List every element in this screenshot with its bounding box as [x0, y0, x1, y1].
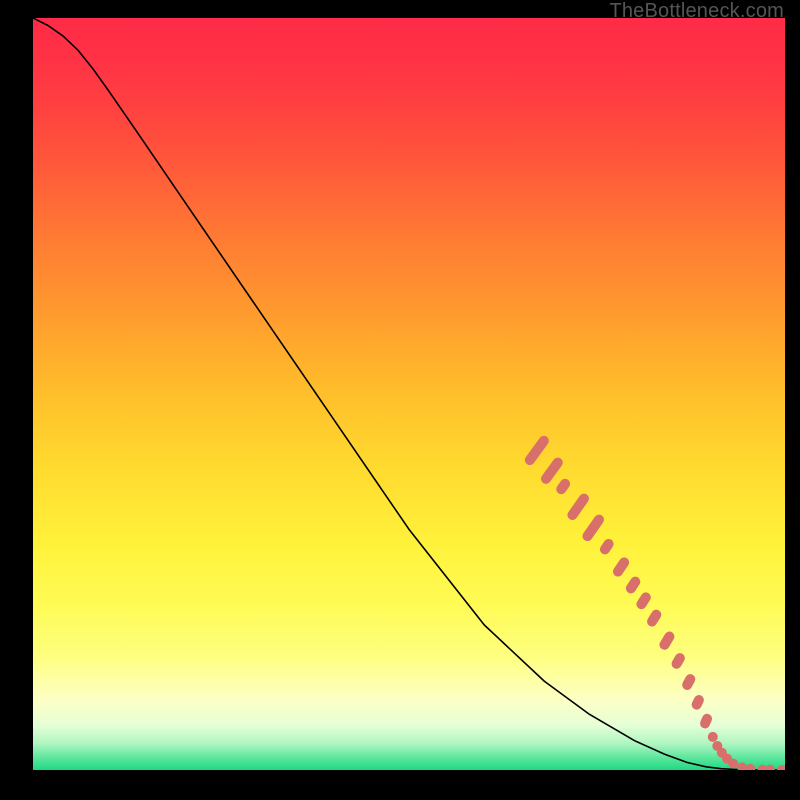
chart-stage: TheBottleneck.com	[0, 0, 800, 800]
plot-area	[33, 18, 785, 770]
gradient-background	[33, 18, 785, 770]
marker-dot	[708, 732, 718, 742]
watermark-text: TheBottleneck.com	[609, 0, 784, 23]
marker-dot	[728, 759, 738, 769]
chart-svg	[33, 18, 785, 770]
